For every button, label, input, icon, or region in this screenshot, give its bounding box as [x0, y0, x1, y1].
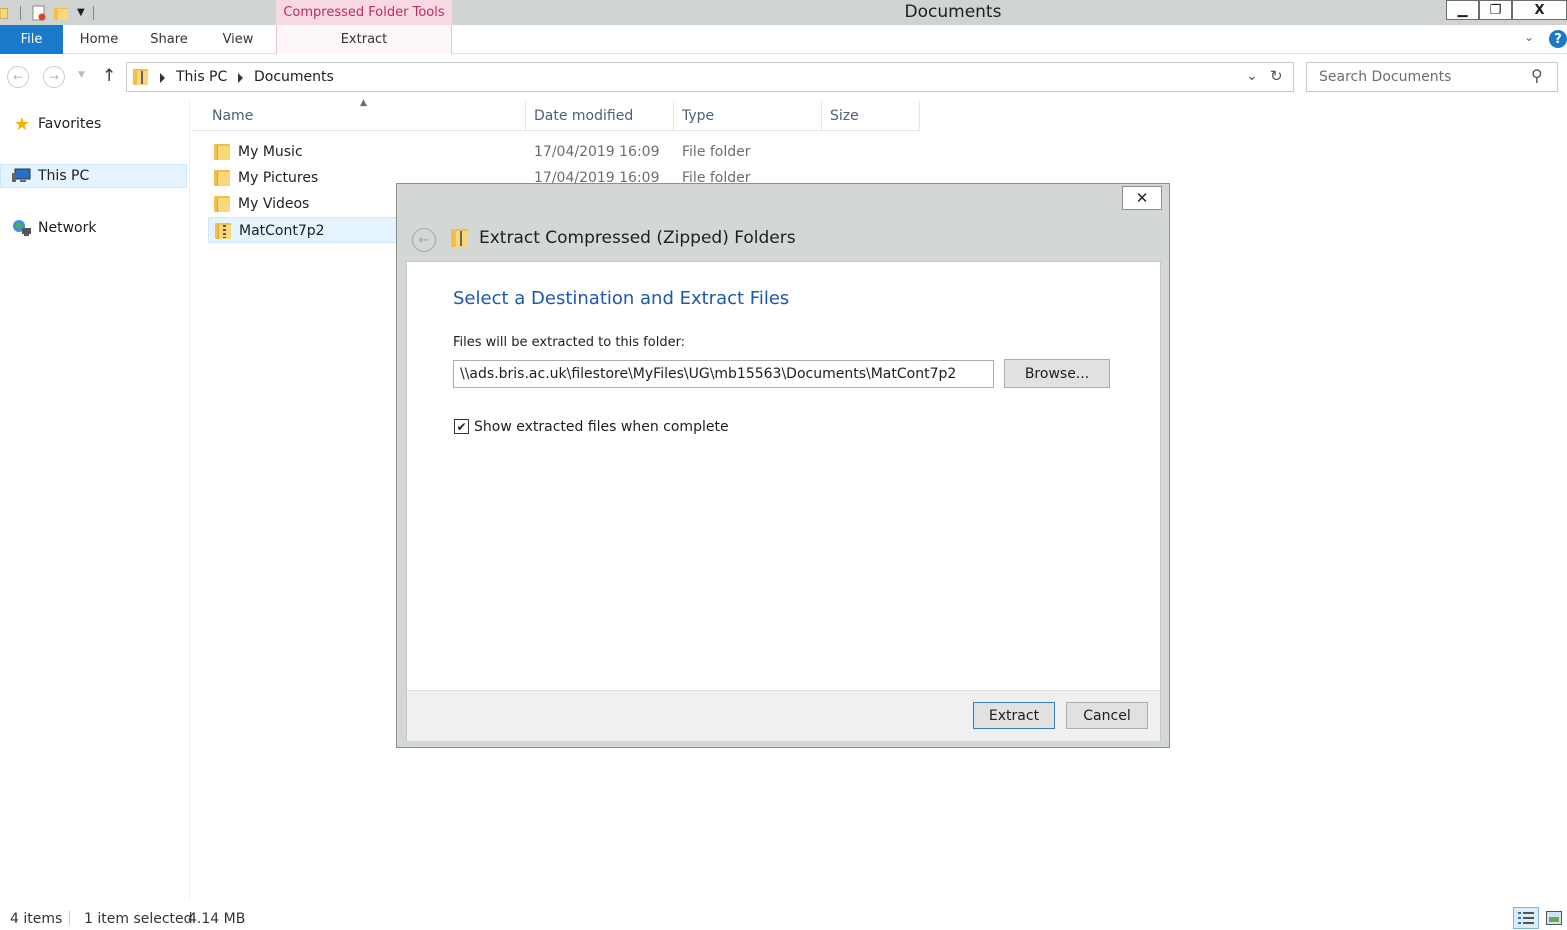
star-icon: ★: [13, 113, 31, 135]
nav-item-network[interactable]: Network: [12, 216, 96, 240]
file-name: My Videos: [238, 196, 310, 212]
address-dropdown-icon[interactable]: ⌄: [1246, 68, 1258, 84]
dialog-title: Extract Compressed (Zipped) Folders: [479, 228, 796, 248]
show-files-label[interactable]: Show extracted files when complete: [474, 419, 729, 435]
back-arrow-icon[interactable]: ←: [7, 66, 29, 88]
nav-item-label: This PC: [38, 168, 90, 184]
nav-item-label: Network: [38, 220, 97, 236]
new-document-icon[interactable]: [31, 5, 47, 21]
status-bar: 4 items 1 item selected 4.14 MB: [0, 905, 1567, 930]
tab-extract[interactable]: Extract: [330, 25, 398, 54]
status-divider: [69, 911, 70, 925]
column-header-name[interactable]: Name: [204, 101, 526, 131]
large-icons-view-icon[interactable]: [1544, 909, 1564, 927]
dialog-content: Select a Destination and Extract Files F…: [406, 261, 1161, 741]
minimize-button[interactable]: ▁: [1446, 0, 1479, 20]
file-name: MatCont7p2: [239, 223, 325, 239]
nav-item-favorites[interactable]: ★ Favorites: [12, 112, 101, 136]
context-tab-header: Compressed Folder Tools: [276, 0, 452, 25]
qat-divider: [92, 5, 94, 20]
computer-icon: [12, 167, 32, 185]
zip-folder-icon: [451, 229, 468, 247]
status-size: 4.14 MB: [188, 911, 246, 927]
nav-item-label: Favorites: [38, 116, 102, 132]
search-icon[interactable]: ⚲: [1531, 66, 1543, 85]
zip-folder-icon: [214, 218, 232, 244]
recent-locations-icon[interactable]: ▼: [78, 70, 85, 80]
title-bar: [0, 0, 1567, 25]
restore-button[interactable]: ❐: [1479, 0, 1512, 20]
nav-item-this-pc[interactable]: This PC: [12, 164, 89, 188]
restore-icon: ❐: [1489, 2, 1502, 18]
dialog-close-button[interactable]: ✕: [1122, 186, 1162, 210]
show-files-checkbox[interactable]: ✔: [454, 419, 469, 434]
new-folder-icon[interactable]: [53, 5, 69, 21]
browse-button[interactable]: Browse...: [1004, 359, 1110, 388]
dialog-heading: Select a Destination and Extract Files: [453, 288, 790, 309]
folder-icon: [213, 191, 231, 217]
address-bar[interactable]: This PC Documents ⌄ ↻: [126, 62, 1294, 92]
window-title: Documents: [904, 2, 1002, 22]
breadcrumb-chevron-icon[interactable]: [160, 73, 165, 83]
file-name: My Pictures: [238, 170, 319, 186]
expand-ribbon-icon[interactable]: ⌄: [1524, 30, 1534, 44]
header-divider: [192, 130, 920, 131]
network-icon: [12, 219, 32, 237]
extract-button[interactable]: Extract: [973, 702, 1055, 729]
folder-properties-icon[interactable]: [0, 5, 12, 21]
tab-file[interactable]: File: [0, 25, 63, 54]
status-item-count: 4 items: [10, 911, 63, 927]
forward-arrow-icon[interactable]: →: [43, 66, 65, 88]
folder-icon: [213, 165, 231, 191]
quick-access-toolbar: ▼: [0, 0, 94, 25]
file-name: My Music: [238, 144, 303, 160]
breadcrumb-this-pc[interactable]: This PC: [176, 69, 227, 85]
up-arrow-icon[interactable]: ↑: [102, 66, 116, 86]
details-view-icon[interactable]: [1513, 907, 1539, 929]
dialog-back-arrow-icon[interactable]: ←: [412, 228, 436, 252]
tab-share[interactable]: Share: [144, 25, 194, 54]
column-header-type[interactable]: Type: [674, 101, 822, 131]
extract-dialog: ✕ ← Extract Compressed (Zipped) Folders …: [396, 183, 1170, 748]
zip-folder-icon: [133, 69, 148, 85]
search-box[interactable]: Search Documents ⚲: [1306, 62, 1558, 92]
file-date: 17/04/2019 16:09: [534, 144, 660, 160]
table-row[interactable]: My Music 17/04/2019 16:09 File folder: [208, 139, 908, 165]
breadcrumb-documents[interactable]: Documents: [254, 69, 334, 85]
destination-label: Files will be extracted to this folder:: [453, 335, 686, 350]
status-selection: 1 item selected: [84, 911, 193, 927]
close-icon: X: [1534, 2, 1545, 18]
breadcrumb-chevron-icon[interactable]: [238, 73, 243, 83]
column-header-size[interactable]: Size: [822, 101, 920, 131]
close-icon: ✕: [1135, 189, 1149, 207]
tab-view[interactable]: View: [214, 25, 262, 54]
folder-icon: [213, 139, 231, 165]
column-header-date-modified[interactable]: Date modified: [526, 101, 674, 131]
checkmark-icon: ✔: [456, 419, 467, 434]
search-input[interactable]: Search Documents: [1319, 69, 1451, 85]
customize-qat-icon[interactable]: ▼: [77, 7, 85, 18]
help-icon[interactable]: ?: [1549, 30, 1567, 48]
file-type: File folder: [682, 144, 751, 160]
destination-path-input[interactable]: \\ads.bris.ac.uk\filestore\MyFiles\UG\mb…: [453, 360, 994, 388]
dialog-footer: Extract Cancel: [407, 690, 1160, 741]
minimize-icon: ▁: [1457, 2, 1468, 18]
close-button[interactable]: X: [1512, 0, 1567, 20]
refresh-icon[interactable]: ↻: [1270, 67, 1283, 85]
cancel-button[interactable]: Cancel: [1066, 702, 1148, 729]
qat-divider: [20, 5, 21, 20]
tab-home[interactable]: Home: [72, 25, 126, 54]
